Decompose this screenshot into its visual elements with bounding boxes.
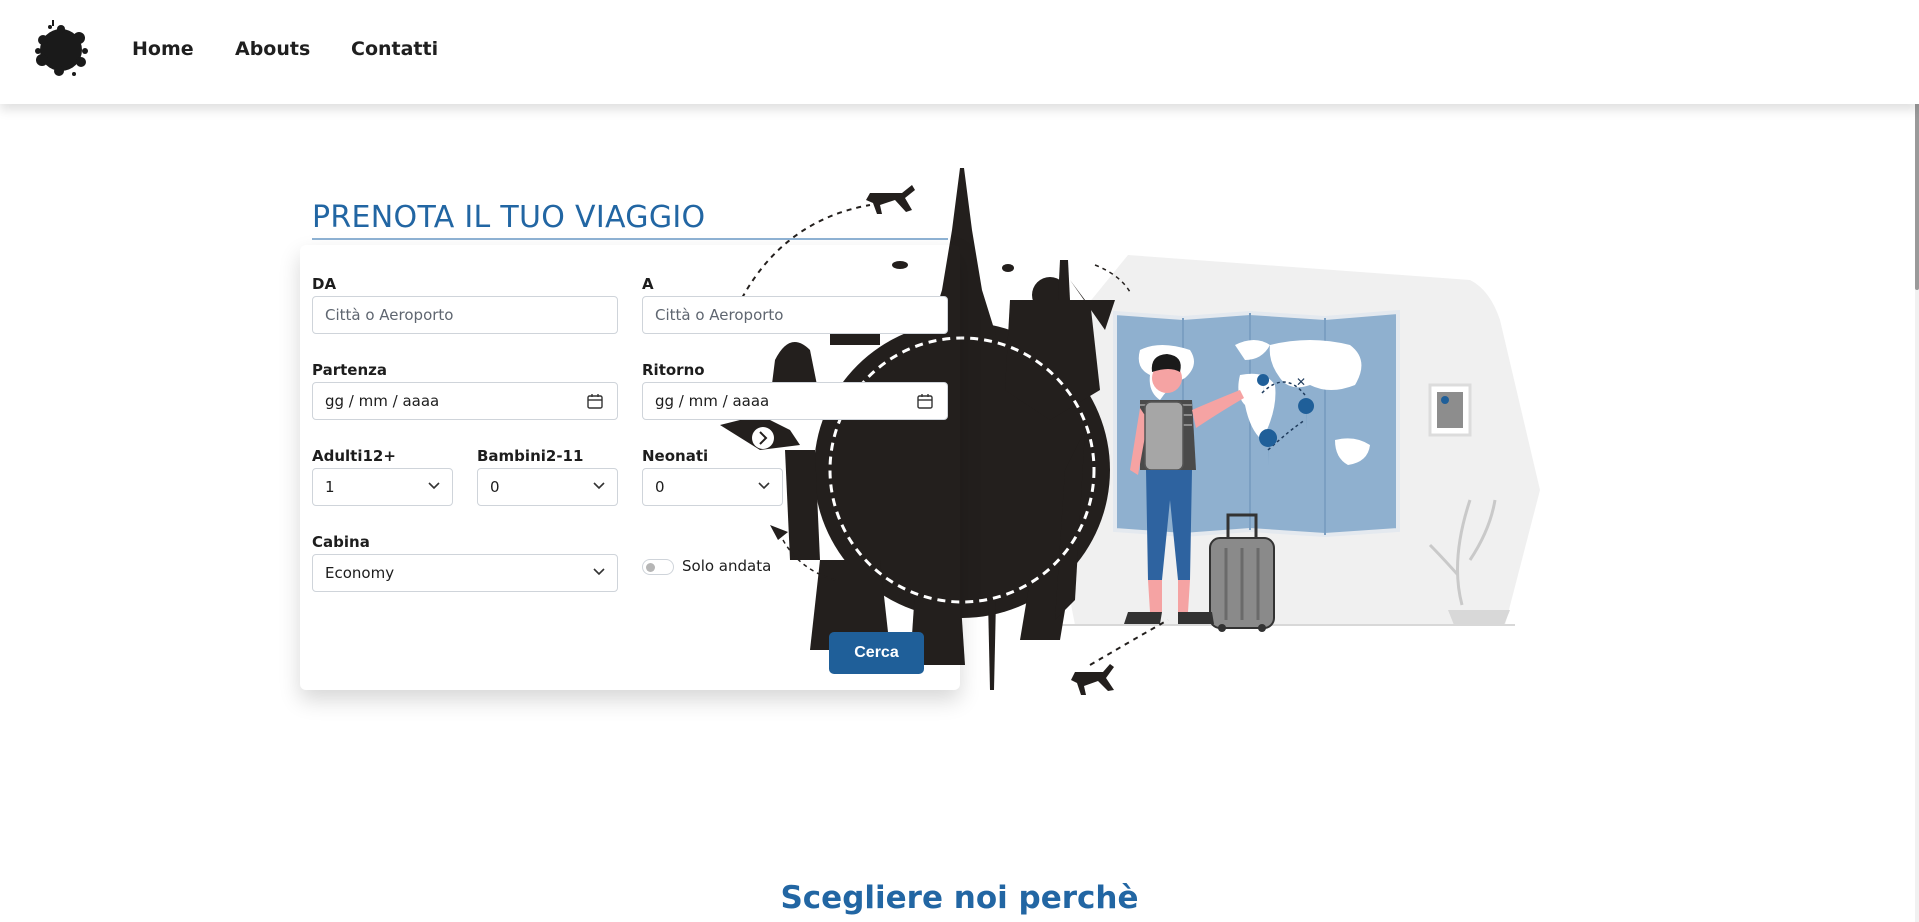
to-label: A [642,275,654,293]
infants-select[interactable]: 0 [642,468,783,506]
nav-contatti[interactable]: Contatti [351,38,438,60]
chevron-down-icon [593,482,605,490]
from-input[interactable]: Città o Aeroporto [312,296,618,334]
to-placeholder: Città o Aeroporto [655,306,784,324]
chevron-down-icon [593,568,605,576]
cabin-label: Cabina [312,533,370,551]
chevron-down-icon [758,482,770,490]
to-input[interactable]: Città o Aeroporto [642,296,948,334]
adults-value: 1 [325,478,335,496]
adults-select[interactable]: 1 [312,468,453,506]
children-select[interactable]: 0 [477,468,618,506]
departure-date-placeholder: gg / mm / aaaa [325,392,440,410]
nav-abouts[interactable]: Abouts [235,38,310,60]
calendar-icon[interactable] [587,394,603,409]
chevron-down-icon [428,482,440,490]
logo[interactable] [30,18,92,80]
nav-home[interactable]: Home [132,38,194,60]
section-title: Scegliere noi perchè [780,880,1139,916]
one-way-toggle[interactable] [642,559,674,575]
children-value: 0 [490,478,500,496]
children-label: Bambini2-11 [477,447,584,465]
plane-icon [866,185,915,214]
from-label: DA [312,275,337,293]
traveler-illustration [1124,354,1244,624]
departure-label: Partenza [312,361,387,379]
from-placeholder: Città o Aeroporto [325,306,454,324]
calendar-icon[interactable] [917,394,933,409]
infants-label: Neonati [642,447,709,465]
one-way-label: Solo andata [682,557,772,575]
svg-text:✕: ✕ [1296,375,1306,389]
infants-value: 0 [655,478,665,496]
world-map-illustration: ✕ [1113,309,1400,538]
title-divider [312,238,948,240]
search-button[interactable]: Cerca [829,632,924,674]
page-title: PRENOTA IL TUO VIAGGIO [312,200,706,235]
adults-label: Adulti12+ [312,447,396,465]
return-date-input[interactable]: gg / mm / aaaa [642,382,948,420]
plane-icon [1071,664,1114,695]
cabin-select[interactable]: Economy [312,554,618,592]
departure-date-input[interactable]: gg / mm / aaaa [312,382,618,420]
navbar: Home Abouts Contatti [0,0,1919,104]
return-date-placeholder: gg / mm / aaaa [655,392,770,410]
return-label: Ritorno [642,361,705,379]
cabin-value: Economy [325,564,395,582]
